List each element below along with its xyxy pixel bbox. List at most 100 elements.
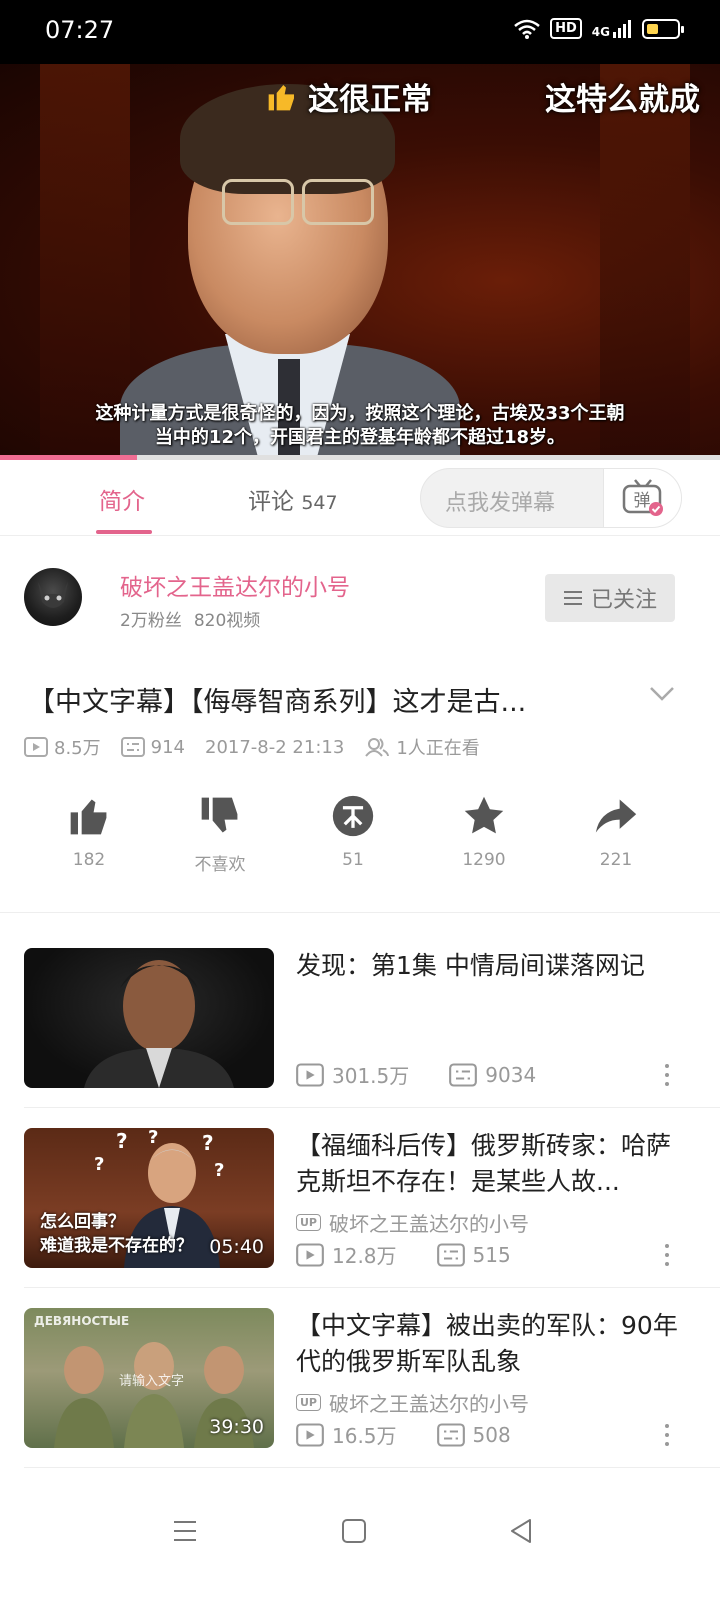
related-title[interactable]: 【福缅科后传】俄罗斯砖家：哈萨克斯坦不存在！是某些人故... (296, 1128, 688, 1200)
up-badge-icon: UP (296, 1214, 321, 1231)
network-label: 4G (591, 24, 610, 39)
danmaku-count-icon (436, 1422, 465, 1447)
video-watching: 1人正在看 (364, 734, 480, 760)
like-icon (70, 799, 107, 835)
divider (24, 1467, 720, 1468)
svg-text:?: ? (116, 1129, 128, 1153)
video-title: 【中文字幕】【侮辱智商系列】这才是古... (28, 687, 527, 718)
uploader-name[interactable]: 破坏之王盖达尔的小号 (120, 568, 350, 602)
share-icon (595, 799, 637, 833)
related-stats: 16.5万 508 (296, 1420, 551, 1449)
status-time: 07:27 (45, 16, 115, 44)
uploader-videos: 820视频 (193, 611, 261, 631)
glasses-right (302, 179, 374, 225)
divider (24, 1287, 720, 1288)
more-options-icon[interactable] (660, 1240, 674, 1270)
related-video-item[interactable]: ДЕВЯНОСТЫЕ 请输入文字 39:30 【中文字幕】被出卖的军队：90年代… (0, 1308, 720, 1488)
danmaku-input-box[interactable]: 点我发弹幕 弹 (420, 468, 682, 528)
svg-text:弹: 弹 (633, 491, 650, 511)
svg-text:?: ? (94, 1154, 104, 1175)
danmaku-input[interactable]: 点我发弹幕 (445, 485, 555, 517)
related-thumbnail[interactable]: ДЕВЯНОСТЫЕ 请输入文字 39:30 (24, 1308, 274, 1448)
tab-comments-label: 评论 (248, 489, 294, 515)
system-nav-bar (0, 1480, 720, 1600)
more-options-icon[interactable] (660, 1420, 674, 1450)
coin-button[interactable]: 51 (303, 794, 403, 870)
action-bar: 182 不喜欢 51 1290 221 (0, 794, 720, 884)
related-thumbnail[interactable]: ? ? ? ? ? 怎么回事？ 难道我是不存在的？ 05:40 (24, 1128, 274, 1268)
glasses-left (222, 179, 294, 225)
dislike-button[interactable]: 不喜欢 (170, 794, 270, 875)
more-options-icon[interactable] (660, 1060, 674, 1090)
video-subtitle: 这种计量方式是很奇怪的，因为，按照这个理论，古埃及33个王朝 当中的12个，开国… (95, 403, 625, 448)
battery-icon (642, 18, 684, 39)
uploader-avatar[interactable] (24, 568, 82, 626)
detail-tabs: 简介 评论 547 点我发弹幕 弹 (0, 460, 720, 536)
status-bar: 07:27 HD 4G (0, 0, 720, 64)
danmaku-count-icon (449, 1062, 478, 1087)
follow-label: 已关注 (590, 588, 657, 613)
menu-lines-icon (563, 591, 582, 605)
related-title[interactable]: 【中文字幕】被出卖的军队：90年代的俄罗斯军队乱象 (296, 1308, 688, 1380)
tab-comments-count: 547 (301, 492, 338, 514)
signal-icon: 4G (592, 19, 632, 39)
back-icon[interactable] (508, 1518, 534, 1544)
related-uploader[interactable]: UP 破坏之王盖达尔的小号 (296, 1388, 529, 1417)
status-icons: HD 4G (514, 18, 684, 39)
video-player[interactable]: 这很正常 这特么就成 这种计量方式是很奇怪的，因为，按照这个理论，古埃及33个王… (0, 64, 720, 458)
related-thumbnail[interactable] (24, 948, 274, 1088)
uploader-fans: 2万粉丝 (120, 611, 182, 631)
background-shelf (600, 64, 690, 458)
tab-indicator (96, 530, 152, 534)
video-duration: 05:40 (209, 1236, 264, 1258)
play-count-icon (24, 737, 48, 757)
home-icon[interactable] (341, 1518, 367, 1544)
svg-text:?: ? (202, 1131, 214, 1155)
thumbs-up-icon (268, 84, 294, 110)
background-shelf (40, 64, 130, 458)
video-views: 8.5万 (24, 734, 101, 760)
danmaku-count-icon (120, 737, 145, 757)
video-date: 2017-8-2 21:13 (205, 736, 345, 758)
danmaku-toggle-button[interactable]: 弹 (603, 469, 681, 527)
play-count-icon (296, 1242, 324, 1267)
related-video-item[interactable]: ? ? ? ? ? 怎么回事？ 难道我是不存在的？ 05:40 【福缅科后传】俄… (0, 1128, 720, 1308)
danmaku-tv-icon: 弹 (622, 479, 663, 516)
play-count-icon (296, 1062, 324, 1087)
favorite-icon (464, 796, 504, 834)
uploader-stats: 2万粉丝 820视频 (120, 606, 260, 631)
svg-text:?: ? (148, 1128, 158, 1148)
coin-icon (332, 795, 374, 837)
divider (24, 1107, 720, 1108)
related-uploader[interactable]: UP 破坏之王盖达尔的小号 (296, 1208, 529, 1237)
danmaku-comment: 这很正常 (266, 74, 432, 119)
up-badge-icon: UP (296, 1394, 321, 1411)
share-button[interactable]: 221 (566, 794, 666, 870)
thumbnail-overlay: 请输入文字 (119, 1374, 185, 1389)
danmaku-comment: 这特么就成 (545, 82, 700, 118)
dislike-icon (201, 797, 238, 833)
thumbnail-tag: ДЕВЯНОСТЫЕ (34, 1314, 130, 1328)
tab-comments[interactable]: 评论 547 (248, 482, 338, 516)
related-title[interactable]: 发现：第1集 中情局间谍落网记 (296, 948, 688, 984)
play-count-icon (296, 1422, 324, 1447)
video-danmaku-count: 914 (120, 737, 185, 758)
svg-text:?: ? (214, 1160, 224, 1181)
menu-icon[interactable] (172, 1518, 198, 1544)
thumbnail-caption: 怎么回事？ 难道我是不存在的？ (40, 1212, 193, 1256)
related-video-item[interactable]: 发现：第1集 中情局间谍落网记 301.5万 9034 (0, 948, 720, 1128)
battery-fill (647, 23, 658, 34)
hd-badge: HD (550, 18, 582, 39)
tab-intro[interactable]: 简介 (99, 482, 145, 516)
chevron-down-icon[interactable] (648, 684, 676, 704)
danmaku-count-icon (436, 1242, 465, 1267)
thumbnail-image (84, 960, 234, 1088)
follow-button[interactable]: 已关注 (545, 574, 675, 622)
like-button[interactable]: 182 (39, 794, 139, 870)
video-duration: 39:30 (209, 1416, 264, 1438)
related-stats: 301.5万 9034 (296, 1060, 576, 1089)
viewers-icon (365, 738, 390, 757)
wifi-icon (514, 19, 540, 39)
divider (0, 912, 720, 913)
favorite-button[interactable]: 1290 (434, 794, 534, 870)
